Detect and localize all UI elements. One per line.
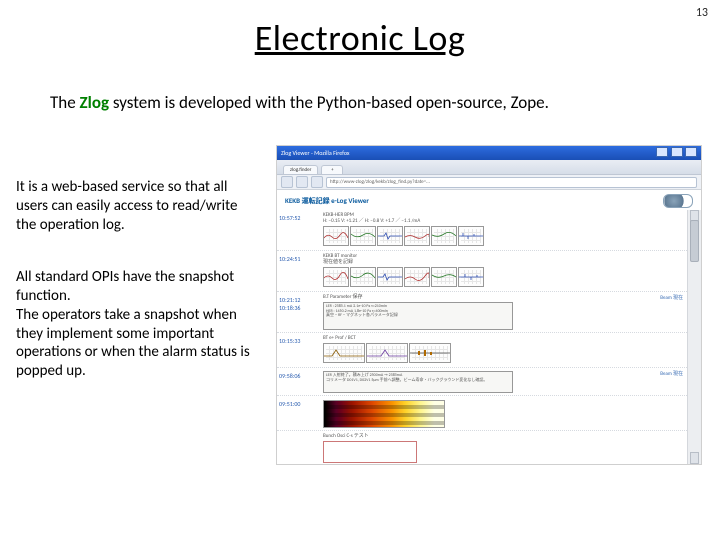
mini-plot bbox=[458, 267, 484, 287]
intro-prefix: The bbox=[50, 92, 80, 113]
mini-plot bbox=[350, 267, 376, 287]
mini-plot bbox=[431, 267, 457, 287]
forward-icon bbox=[296, 176, 308, 188]
meta-line: H: −0.15 V: +1.21 ／ H: −0.8 V: +1.7 ／ −1… bbox=[323, 218, 420, 224]
mini-plot bbox=[377, 226, 403, 246]
paragraph-2: All standard OPIs have the snapshot func… bbox=[16, 268, 256, 381]
mini-plot bbox=[323, 267, 349, 287]
zlog-keyword: Zlog bbox=[80, 92, 110, 113]
log-entry: 10:21:12 10:18:36 B.T Parameter 保存 LER :… bbox=[277, 292, 687, 333]
mini-plot bbox=[431, 226, 457, 246]
plot-row bbox=[323, 343, 685, 363]
log-entry: 09:58:06 LER 入射終了。積み上げ 2500mA → 2585mA コ… bbox=[277, 368, 687, 396]
mini-plot bbox=[366, 343, 408, 363]
scroll-down-icon bbox=[690, 452, 699, 464]
log-entry: Bunch Osci C-s テスト bbox=[277, 431, 687, 464]
intro-sentence: The Zlog system is developed with the Py… bbox=[50, 92, 670, 113]
status-badge: Beam 現在 bbox=[660, 370, 683, 377]
ts-line: 10:21:12 bbox=[279, 296, 300, 304]
browser-toolbar: http://www-zlog/zlog/kekb/zlog_find.py?d… bbox=[277, 175, 701, 190]
mini-plot bbox=[323, 226, 349, 246]
window-titlebar: Zlog Viewer - Mozilla Firefox bbox=[277, 146, 701, 160]
mini-plot bbox=[323, 343, 365, 363]
ts-line: 10:18:36 bbox=[279, 304, 300, 312]
snapshot-panel: LER : 2585.1 mA 2.1e-10 Pa τ=210min HER … bbox=[323, 302, 513, 330]
placeholder-box bbox=[323, 441, 417, 463]
plot-row bbox=[323, 267, 685, 287]
log-entry: 10:57:52 KEKB-HER BPM H: −0.15 V: +1.21 … bbox=[277, 210, 687, 251]
body-text-column: It is a web-based service so that all us… bbox=[16, 178, 256, 415]
browser-tabstrip: zlog.finder + bbox=[277, 160, 701, 175]
window-controls bbox=[655, 147, 697, 159]
entry-meta: KEKB BT monitor 現在値を記録 bbox=[323, 253, 685, 265]
timestamp: 10:24:51 bbox=[279, 253, 319, 289]
log-entry: 10:15:33 BT e+ Prof / BCT bbox=[277, 333, 687, 368]
entry-meta: Bunch Osci C-s テスト bbox=[323, 433, 685, 439]
scrollbar bbox=[687, 210, 701, 464]
meta-line: 現在値を記録 bbox=[323, 259, 353, 265]
browser-screenshot: Zlog Viewer - Mozilla Firefox zlog.finde… bbox=[276, 145, 702, 465]
log-entry: 09:51:00 bbox=[277, 396, 687, 431]
log-entries-area: 10:57:52 KEKB-HER BPM H: −0.15 V: +1.21 … bbox=[277, 210, 687, 464]
kek-logo-icon bbox=[663, 194, 693, 208]
timestamp bbox=[279, 433, 319, 463]
reload-icon bbox=[311, 176, 323, 188]
new-tab-button: + bbox=[321, 165, 343, 174]
timestamp: 10:21:12 10:18:36 bbox=[279, 294, 319, 330]
paragraph-1: It is a web-based service so that all us… bbox=[16, 178, 256, 234]
timestamp: 10:15:33 bbox=[279, 335, 319, 365]
back-icon bbox=[281, 176, 293, 188]
spectrum-heatmap bbox=[323, 400, 445, 428]
status-badge: Beam 現在 bbox=[660, 294, 683, 301]
entry-meta: BT e+ Prof / BCT bbox=[323, 335, 685, 341]
entry-meta: B.T Parameter 保存 bbox=[323, 294, 685, 300]
maximize-icon bbox=[671, 147, 683, 157]
log-entry: 10:24:51 KEKB BT monitor 現在値を記録 bbox=[277, 251, 687, 292]
snapshot-panel: LER 入射終了。積み上げ 2500mA → 2585mA コリメータ D01V… bbox=[323, 371, 513, 393]
mini-plot bbox=[458, 226, 484, 246]
mini-plot bbox=[377, 267, 403, 287]
window-title: Zlog Viewer - Mozilla Firefox bbox=[281, 149, 350, 157]
timestamp: 10:57:52 bbox=[279, 212, 319, 248]
address-bar: http://www-zlog/zlog/kekb/zlog_find.py?d… bbox=[326, 177, 697, 188]
mini-plot bbox=[350, 226, 376, 246]
slide-title: Electronic Log bbox=[0, 16, 720, 60]
mini-plot bbox=[409, 343, 451, 363]
close-icon bbox=[685, 147, 697, 157]
mini-plot bbox=[404, 267, 430, 287]
app-title: KEKB 運転記録 e-Log Viewer bbox=[285, 196, 369, 206]
timestamp: 09:51:00 bbox=[279, 398, 319, 428]
entry-meta: KEKB-HER BPM H: −0.15 V: +1.21 ／ H: −0.8… bbox=[323, 212, 685, 224]
scroll-thumb bbox=[690, 220, 699, 262]
mini-plot bbox=[404, 226, 430, 246]
timestamp: 09:58:06 bbox=[279, 370, 319, 393]
minimize-icon bbox=[656, 147, 668, 157]
intro-suffix: system is developed with the Python-base… bbox=[109, 92, 549, 113]
browser-tab: zlog.finder bbox=[283, 165, 318, 174]
plot-row bbox=[323, 226, 685, 246]
